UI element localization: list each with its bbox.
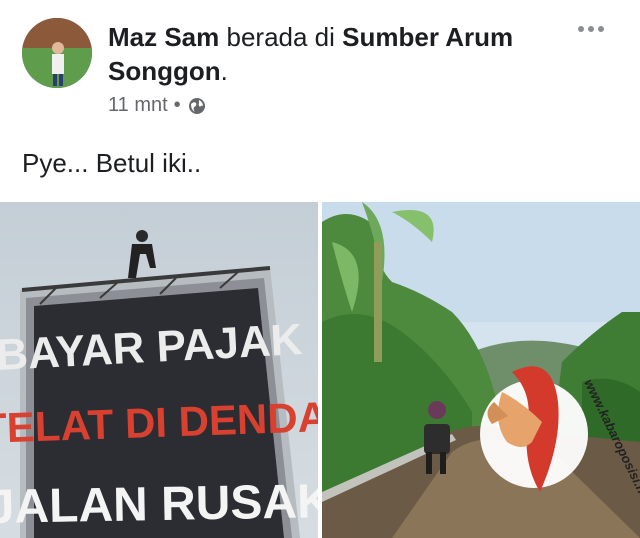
meta-separator: • <box>173 94 181 116</box>
avatar[interactable] <box>22 18 92 88</box>
photo-billboard[interactable]: BAYAR PAJAK TELAT DI DENDA JALAN RUSAK <box>0 202 318 538</box>
connector-text: berada di <box>219 22 343 52</box>
post-text: Pye... Betul iki.. <box>22 148 202 178</box>
post-header: Maz Sam berada di Sumber Arum Songgon. 1… <box>0 0 640 130</box>
post-author-line: Maz Sam berada di Sumber Arum Songgon. <box>108 20 548 88</box>
globe-icon <box>188 97 205 114</box>
more-options-icon[interactable] <box>578 22 608 36</box>
road-image: www.kabaroposisi.net <box>322 202 640 538</box>
post-timestamp[interactable]: 11 mnt <box>108 94 168 117</box>
post-meta: 11 mnt • <box>108 94 207 117</box>
location-end: . <box>220 56 228 86</box>
author-name[interactable]: Maz Sam <box>108 22 219 52</box>
sign-line-3: JALAN RUSAK <box>0 475 318 534</box>
billboard-image: BAYAR PAJAK TELAT DI DENDA JALAN RUSAK <box>0 202 318 538</box>
avatar-image <box>22 18 92 88</box>
photo-road[interactable]: www.kabaroposisi.net <box>322 202 640 538</box>
